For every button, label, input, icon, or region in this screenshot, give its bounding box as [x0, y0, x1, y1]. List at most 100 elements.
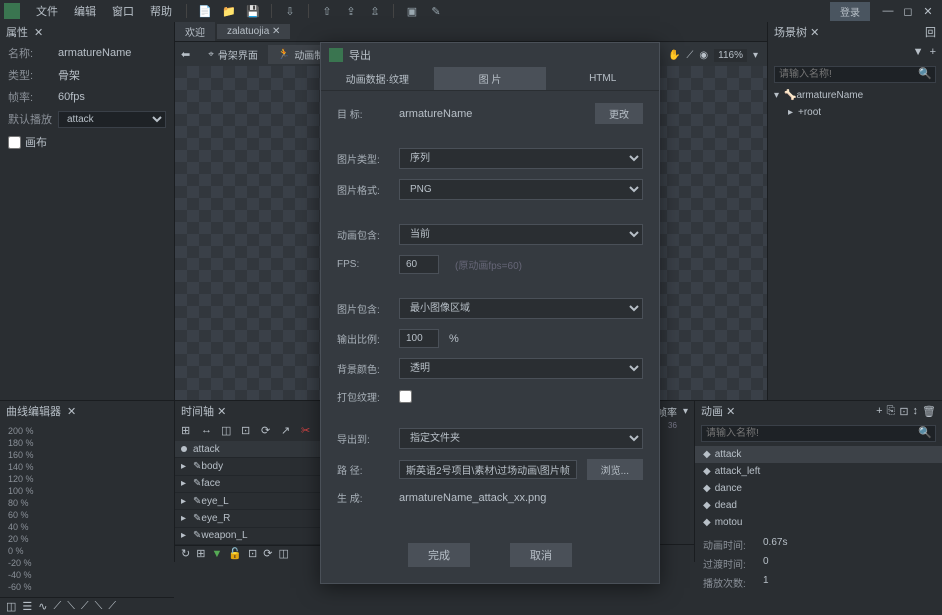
anim-paste-icon[interactable]: ⊡ [899, 405, 908, 418]
curve-tool3-icon[interactable]: ∿ [38, 600, 47, 613]
curve-tool8-icon[interactable]: ⟋ [108, 600, 116, 613]
anim-copy-icon[interactable]: ⎘ [887, 405, 896, 418]
browse-button[interactable]: 浏览... [587, 459, 643, 480]
tl-bottom6-icon[interactable]: ⟳ [263, 547, 272, 560]
scenetree-search-input[interactable] [774, 66, 936, 83]
curve-tool4-icon[interactable]: ⟋ [54, 600, 62, 613]
subtab-skeleton[interactable]: ⌖骨架界面 [198, 45, 268, 64]
animinclude-select[interactable]: 当前 [399, 224, 643, 245]
transition-value[interactable]: 0 [763, 556, 769, 571]
tab-file[interactable]: zalatuojia ✕ [217, 24, 290, 39]
bone-tool-icon[interactable]: ⟋ [686, 50, 693, 61]
anim-add-icon[interactable]: + [876, 405, 882, 418]
minimize-icon[interactable]: — [880, 3, 896, 19]
scenetree-close-icon[interactable]: ✕ [810, 27, 819, 39]
modal-tab-image[interactable]: 图 片 [434, 67, 547, 90]
complete-button[interactable]: 完成 [408, 543, 470, 567]
curve-close-icon[interactable]: ✕ [67, 405, 76, 418]
zoom-display[interactable]: 116% [714, 49, 747, 62]
anim-item[interactable]: ◆attack [695, 446, 942, 463]
menu-file[interactable]: 文件 [28, 3, 66, 19]
tl-tool4-icon[interactable]: ⊡ [241, 424, 255, 438]
tl-filter-icon[interactable]: ▼ [211, 548, 222, 560]
search-icon[interactable]: 🔍 [918, 67, 932, 80]
curve-tool7-icon[interactable]: ⟍ [95, 600, 103, 613]
timeline-close-icon[interactable]: ✕ [217, 406, 226, 418]
modal-tab-html[interactable]: HTML [546, 67, 659, 90]
cancel-button[interactable]: 取消 [510, 543, 572, 567]
ratio-input[interactable] [399, 329, 439, 348]
modal-tab-data[interactable]: 动画数据·纹理 [321, 67, 434, 90]
tl-bottom1-icon[interactable]: ↻ [181, 547, 190, 560]
loop-label: 播放次数: [703, 575, 763, 590]
tl-tool1-icon[interactable]: ⊞ [181, 424, 195, 438]
anim-search-input[interactable] [701, 425, 936, 442]
tree-child[interactable]: ▸+ root [768, 104, 942, 121]
tl-lock-icon[interactable]: 🔓 [228, 547, 242, 560]
filter-icon[interactable]: ▼ [913, 46, 924, 58]
tree-root[interactable]: ▾🦴 armatureName [768, 87, 942, 104]
menu-help[interactable]: 帮助 [142, 3, 180, 19]
imginclude-select[interactable]: 最小图像区域 [399, 298, 643, 319]
anim-close-icon[interactable]: ✕ [726, 406, 735, 418]
loop-value[interactable]: 1 [763, 575, 769, 590]
tl-tool7-icon[interactable]: ✂ [301, 424, 315, 438]
tab-welcome[interactable]: 欢迎 [175, 22, 215, 41]
export2-icon[interactable]: ⇪ [343, 3, 359, 19]
dropdown-icon[interactable]: ▾ [753, 50, 758, 61]
bgcolor-select[interactable]: 透明 [399, 358, 643, 379]
prop-canvas-checkbox[interactable] [8, 136, 21, 149]
login-button[interactable]: 登录 [830, 2, 870, 21]
anim-move-icon[interactable]: ↕ [913, 405, 919, 418]
anim-item[interactable]: ◆dance [695, 480, 942, 497]
curve-tool2-icon[interactable]: ☰ [22, 600, 32, 613]
open-icon[interactable]: 📁 [221, 3, 237, 19]
add-icon[interactable]: + [930, 46, 936, 58]
prop-defplay-select[interactable]: attack [58, 111, 166, 128]
menu-edit[interactable]: 编辑 [66, 3, 104, 19]
prop-canvas-label: 画布 [25, 134, 47, 150]
path-input[interactable] [399, 460, 577, 479]
edit-icon[interactable]: ✎ [428, 3, 444, 19]
fps-dropdown-icon[interactable]: ▾ [683, 406, 688, 417]
anim-search-icon[interactable]: 🔍 [918, 426, 932, 439]
anim-item[interactable]: ◆dead [695, 497, 942, 514]
curve-tool6-icon[interactable]: ⟋ [81, 600, 89, 613]
back-icon[interactable]: ⬅ [181, 48, 190, 61]
change-button[interactable]: 更改 [595, 103, 643, 124]
hand-tool-icon[interactable]: ✋ [668, 50, 680, 61]
properties-close-icon[interactable]: ✕ [34, 26, 43, 39]
export3-icon[interactable]: ⇫ [367, 3, 383, 19]
curve-tool5-icon[interactable]: ⟍ [67, 600, 75, 613]
anim-delete-icon[interactable]: 🗑 [922, 405, 936, 418]
new-icon[interactable]: 📄 [197, 3, 213, 19]
tl-tool3-icon[interactable]: ◫ [221, 424, 235, 438]
maximize-icon[interactable]: ◻ [900, 3, 916, 19]
pack-checkbox[interactable] [399, 390, 412, 403]
tl-bottom5-icon[interactable]: ⊡ [248, 547, 257, 560]
tl-tool5-icon[interactable]: ⟳ [261, 424, 275, 438]
curve-tool1-icon[interactable]: ◫ [6, 600, 16, 613]
preview-icon[interactable]: ▣ [404, 3, 420, 19]
export1-icon[interactable]: ⇧ [319, 3, 335, 19]
anim-item[interactable]: ◆motou [695, 514, 942, 531]
tl-bottom7-icon[interactable]: ◫ [278, 547, 288, 560]
track-dot-icon [181, 446, 187, 452]
lock-icon[interactable]: 回 [925, 24, 936, 40]
tl-tool6-icon[interactable]: ↗ [281, 424, 295, 438]
anim-item[interactable]: ◆attack_left [695, 463, 942, 480]
eye-tool-icon[interactable]: ◉ [699, 50, 708, 61]
import-icon[interactable]: ⇩ [282, 3, 298, 19]
tl-bottom2-icon[interactable]: ⊞ [196, 547, 205, 560]
menu-window[interactable]: 窗口 [104, 3, 142, 19]
path-label: 路 径: [337, 462, 389, 477]
tl-tool2-icon[interactable]: ↔ [201, 424, 215, 438]
save-icon[interactable]: 💾 [245, 3, 261, 19]
imgtype-select[interactable]: 序列 [399, 148, 643, 169]
imgformat-select[interactable]: PNG [399, 179, 643, 200]
modal-fps-input[interactable] [399, 255, 439, 274]
exportto-select[interactable]: 指定文件夹 [399, 428, 643, 449]
scenetree-title: 场景树 [774, 27, 807, 39]
close-icon[interactable]: ✕ [920, 3, 936, 19]
prop-name-label: 名称: [8, 45, 58, 61]
